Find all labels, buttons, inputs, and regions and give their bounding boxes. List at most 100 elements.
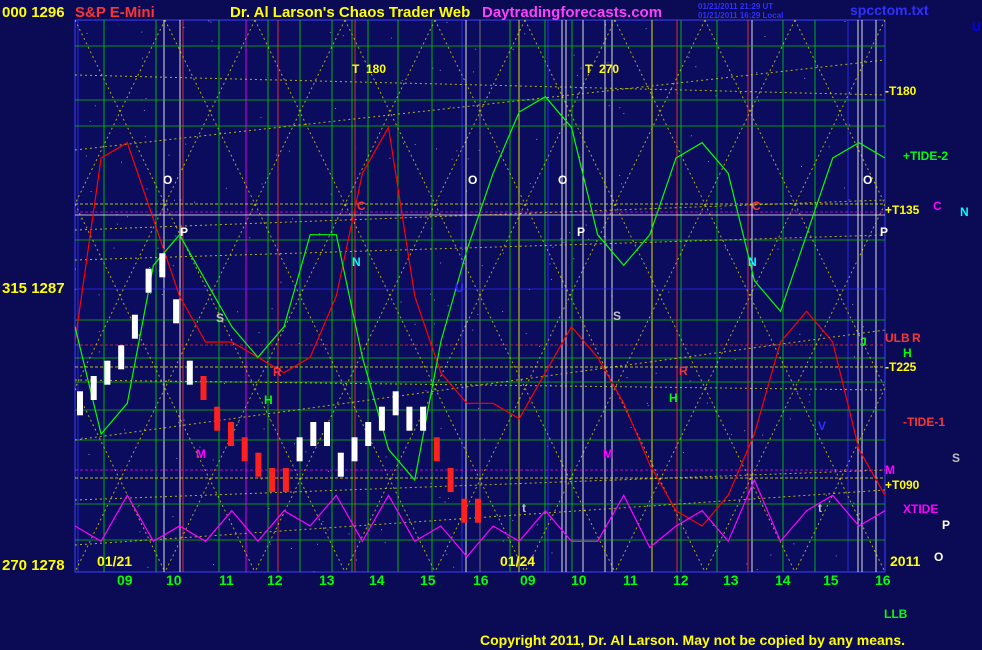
price-bar: [77, 391, 83, 416]
star-dot: [149, 267, 151, 268]
star-dot: [573, 54, 575, 56]
price-bar: [131, 314, 138, 339]
star-dot: [569, 232, 571, 234]
site-link[interactable]: Daytradingforecasts.com: [482, 4, 662, 21]
price-bar: [461, 498, 468, 523]
star-dot: [313, 571, 315, 573]
star-dot: [275, 154, 277, 156]
star-dot: [322, 521, 324, 522]
right-label: -T225: [885, 360, 917, 374]
star-dot: [432, 67, 434, 69]
star-dot: [348, 533, 350, 535]
star-dot: [213, 564, 214, 566]
right-label: N: [960, 205, 969, 219]
planet-marker: P: [880, 225, 888, 239]
star-dot: [481, 265, 483, 267]
star-dot: [746, 563, 748, 565]
star-dot: [647, 405, 649, 407]
x-tick-label: 11: [219, 572, 234, 588]
star-dot: [212, 459, 214, 461]
star-dot: [157, 247, 159, 249]
right-label: P: [942, 518, 950, 532]
star-dot: [835, 555, 837, 557]
star-dot: [280, 281, 282, 283]
star-dot: [121, 161, 122, 163]
star-dot: [608, 105, 610, 107]
star-dot: [825, 494, 827, 496]
star-dot: [98, 351, 100, 353]
star-dot: [292, 218, 293, 220]
star-dot: [551, 552, 553, 554]
star-dot: [436, 148, 437, 150]
right-label: ULB: [885, 331, 910, 345]
price-bar: [392, 391, 399, 416]
star-dot: [126, 216, 128, 218]
star-dot: [172, 265, 174, 267]
star-dot: [208, 20, 210, 22]
star-dot: [859, 513, 861, 515]
star-dot: [804, 77, 806, 79]
price-bar: [118, 345, 125, 370]
star-dot: [237, 311, 239, 313]
star-dot: [502, 252, 504, 254]
star-dot: [576, 74, 578, 76]
planet-marker: H: [264, 393, 273, 407]
star-dot: [645, 28, 647, 30]
star-dot: [89, 120, 91, 122]
right-label: R: [912, 331, 921, 345]
star-dot: [734, 359, 736, 361]
star-dot: [655, 372, 657, 374]
star-dot: [85, 155, 87, 157]
star-dot: [467, 158, 469, 160]
star-dot: [668, 291, 670, 293]
price-bar: [378, 406, 385, 431]
star-dot: [185, 143, 187, 145]
x-tick-label: 13: [319, 572, 335, 588]
star-dot: [536, 138, 538, 140]
star-dot: [758, 100, 759, 102]
star-dot: [359, 213, 361, 215]
star-dot: [793, 543, 795, 545]
star-dot: [848, 199, 850, 201]
star-dot: [603, 236, 605, 238]
star-dot: [260, 116, 262, 118]
right-label: U: [972, 20, 981, 34]
planet-marker: t: [522, 501, 526, 515]
price-bar: [241, 437, 248, 462]
planet-marker: O: [163, 173, 172, 187]
star-dot: [434, 299, 435, 301]
planet-marker: H: [669, 391, 678, 405]
star-dot: [401, 80, 403, 82]
star-dot: [142, 57, 144, 59]
star-dot: [502, 540, 504, 542]
star-dot: [536, 524, 538, 526]
star-dot: [249, 237, 251, 239]
year-label: 2011: [890, 553, 921, 569]
star-dot: [98, 294, 100, 296]
star-dot: [580, 67, 582, 69]
star-dot: [524, 33, 526, 35]
star-dot: [844, 21, 846, 22]
star-dot: [113, 247, 115, 249]
star-dot: [683, 451, 684, 453]
star-dot: [433, 323, 435, 325]
star-dot: [261, 183, 263, 185]
star-dot: [720, 208, 722, 210]
star-dot: [327, 529, 329, 531]
price-label-bottom: 270 1278: [2, 557, 65, 574]
star-dot: [183, 419, 185, 421]
star-dot: [770, 554, 772, 556]
price-label-mid: 315 1287: [2, 280, 65, 297]
date-label-start: 01/21: [97, 553, 132, 569]
star-dot: [294, 443, 295, 445]
star-dot: [512, 49, 514, 50]
timestamp-ut: 01/21/2011 21:29 UT: [698, 2, 773, 11]
planet-marker: V: [818, 419, 826, 433]
planet-marker: C: [357, 199, 366, 213]
star-dot: [138, 505, 140, 507]
star-dot: [707, 161, 709, 162]
star-dot: [478, 407, 480, 409]
chart-title: Dr. Al Larson's Chaos Trader Web: [230, 4, 470, 21]
star-dot: [288, 150, 290, 152]
star-dot: [630, 427, 632, 428]
